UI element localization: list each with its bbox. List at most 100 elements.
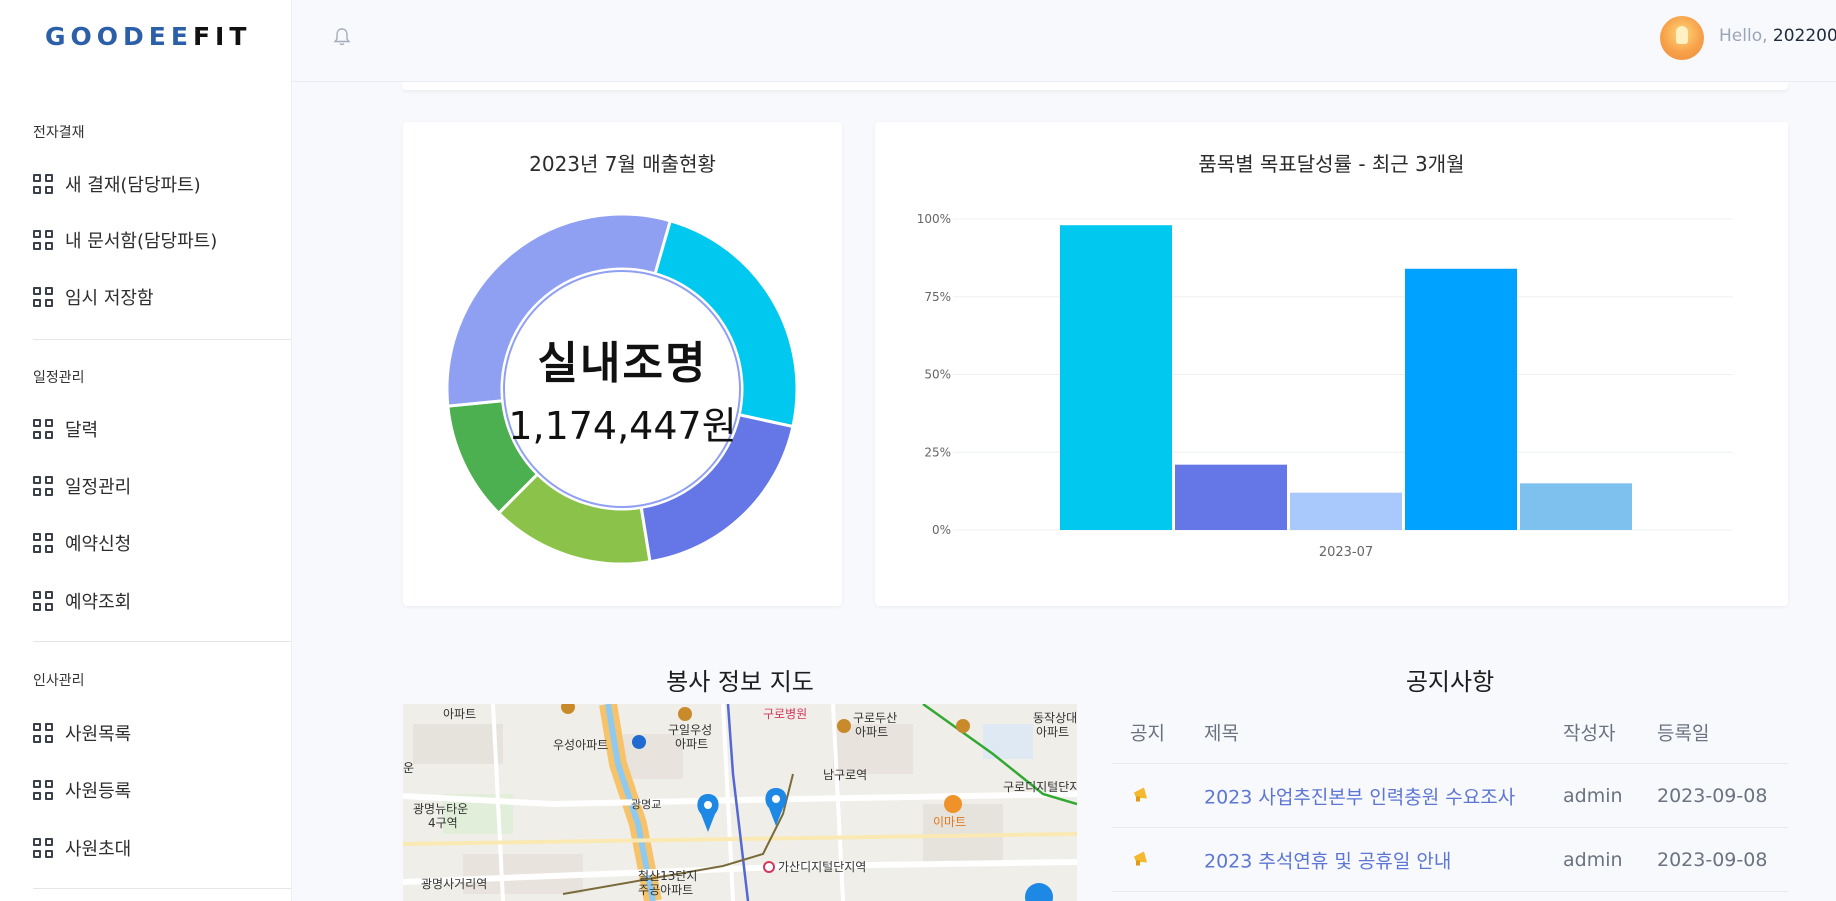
x-tick-label: 2023-07 bbox=[1319, 545, 1373, 560]
sidebar-item-label: 새 결재(담당파트) bbox=[65, 175, 201, 196]
map-label: 동작상대 bbox=[1033, 711, 1077, 725]
map-label: 남구로역 bbox=[823, 768, 867, 782]
grid-icon bbox=[33, 287, 53, 307]
map-label: 이마트 bbox=[933, 815, 966, 829]
sidebar-item-employee-register[interactable]: 사원등록 bbox=[33, 777, 131, 803]
column-header-notice: 공지 bbox=[1130, 722, 1165, 744]
sidebar-item-label: 사원목록 bbox=[65, 724, 132, 745]
donut-center-label: 실내조명 1,174,447원 bbox=[403, 327, 842, 450]
y-tick-label: 0% bbox=[932, 523, 951, 537]
map-label: 아파트 bbox=[1036, 725, 1069, 739]
notice-date: 2023-09-08 bbox=[1657, 848, 1768, 871]
map-label: 가산디지털단지역 bbox=[778, 860, 866, 874]
sidebar-item-label: 예약조회 bbox=[65, 592, 132, 613]
sidebar-item-my-docs[interactable]: 내 문서함(담당파트) bbox=[33, 227, 217, 253]
sidebar-item-label: 일정관리 bbox=[65, 477, 132, 498]
sidebar-item-label: 사원초대 bbox=[65, 839, 132, 860]
notice-author: admin bbox=[1563, 784, 1623, 807]
map-label: 아파트 bbox=[443, 707, 476, 721]
grid-icon bbox=[33, 476, 53, 496]
sidebar-item-calendar[interactable]: 달력 bbox=[33, 416, 98, 442]
grid-icon bbox=[33, 174, 53, 194]
user-id: 202200 bbox=[1772, 26, 1836, 46]
top-header: Hello, 202200 bbox=[292, 0, 1836, 82]
avatar[interactable] bbox=[1660, 16, 1704, 60]
notice-title-link[interactable]: 2023 추석연휴 및 공휴일 안내 bbox=[1204, 846, 1451, 873]
notice-date: 2023-09-08 bbox=[1657, 784, 1768, 807]
divider bbox=[33, 641, 291, 642]
sidebar: GOODEEFIT 전자결재 새 결재(담당파트) 내 문서함(담당파트) 임시… bbox=[0, 0, 292, 901]
y-tick-label: 50% bbox=[924, 368, 951, 382]
table-row[interactable]: 2023 추석연휴 및 공휴일 안내 admin 2023-09-08 bbox=[1112, 828, 1788, 892]
map-label: 광명교 bbox=[631, 798, 661, 811]
map-label: 광명사거리역 bbox=[421, 877, 487, 891]
section-title-schedule: 일정관리 bbox=[33, 370, 85, 386]
map-label: 운 bbox=[403, 761, 414, 775]
map-label: 구로병원 bbox=[763, 707, 807, 721]
donut-center-value: 1,174,447원 bbox=[508, 404, 737, 448]
logo-part-1: GOODEE bbox=[45, 22, 193, 51]
grid-icon bbox=[33, 838, 53, 858]
y-tick-label: 100% bbox=[917, 212, 951, 226]
sales-card: 2023년 7월 매출현황 실내조명 1,174,447원 bbox=[403, 122, 842, 606]
volunteer-map[interactable]: 아파트 우성아파트 구일우성 아파트 구로병원 구로두산 아파트 동작상대 아파… bbox=[403, 704, 1077, 901]
column-header-date: 등록일 bbox=[1657, 722, 1710, 744]
sidebar-item-drafts[interactable]: 임시 저장함 bbox=[33, 284, 154, 310]
sidebar-item-label: 예약신청 bbox=[65, 534, 132, 555]
bar[interactable] bbox=[1405, 268, 1517, 530]
map-label: 구일우성 bbox=[668, 723, 712, 737]
user-greeting[interactable]: Hello, 202200 bbox=[1719, 26, 1836, 46]
map-title: 봉사 정보 지도 bbox=[666, 668, 814, 696]
sidebar-item-schedule[interactable]: 일정관리 bbox=[33, 473, 131, 499]
notice-header-row: 공지 제목 작성자 등록일 bbox=[1112, 700, 1788, 764]
y-tick-label: 25% bbox=[924, 445, 951, 459]
map-label: 구로두산 bbox=[853, 711, 897, 725]
megaphone-icon bbox=[1132, 784, 1152, 807]
grid-icon bbox=[33, 533, 53, 553]
bell-icon[interactable] bbox=[333, 27, 351, 47]
bar[interactable] bbox=[1520, 483, 1632, 530]
achievement-card: 품목별 목표달성률 - 최근 3개월 100% 75% 50% 25% 0% 2023-0… bbox=[875, 122, 1788, 606]
column-header-title: 제목 bbox=[1204, 722, 1239, 744]
sidebar-item-label: 사원등록 bbox=[65, 781, 132, 802]
map-label: 아파트 bbox=[855, 725, 888, 739]
notice-title: 공지사항 bbox=[1405, 668, 1495, 696]
grid-icon bbox=[33, 230, 53, 250]
grid-icon bbox=[33, 723, 53, 743]
sidebar-item-employee-invite[interactable]: 사원초대 bbox=[33, 835, 131, 861]
map-label: 철산13단지 bbox=[638, 869, 697, 883]
bar[interactable] bbox=[1060, 225, 1172, 530]
notice-author: admin bbox=[1563, 848, 1623, 871]
map-label: 구로디지털단지 bbox=[1003, 780, 1077, 794]
donut-center-name: 실내조명 bbox=[537, 338, 708, 389]
notice-table: 공지 제목 작성자 등록일 2023 사업추진본부 인력충원 수요조사 admi… bbox=[1112, 700, 1788, 892]
megaphone-icon bbox=[1132, 848, 1152, 871]
table-row[interactable]: 2023 사업추진본부 인력충원 수요조사 admin 2023-09-08 bbox=[1112, 764, 1788, 828]
map-label: 4구역 bbox=[428, 816, 458, 830]
sidebar-item-label: 임시 저장함 bbox=[65, 288, 154, 309]
divider bbox=[33, 888, 291, 889]
divider bbox=[33, 339, 291, 340]
section-title-approval: 전자결재 bbox=[33, 125, 85, 141]
grid-icon bbox=[33, 780, 53, 800]
sidebar-item-reservation[interactable]: 예약신청 bbox=[33, 530, 131, 556]
map-label: 광명뉴타운 bbox=[413, 802, 468, 816]
bar[interactable] bbox=[1290, 492, 1402, 530]
map-label: 아파트 bbox=[675, 737, 708, 751]
sidebar-item-employee-list[interactable]: 사원목록 bbox=[33, 720, 131, 746]
logo-part-2: FIT bbox=[192, 22, 252, 51]
top-card-edge bbox=[402, 82, 1788, 90]
map-label: 우성아파트 bbox=[553, 738, 608, 752]
bar-chart: 100% 75% 50% 25% 0% 2023-07 bbox=[917, 212, 1733, 560]
bar[interactable] bbox=[1175, 464, 1287, 530]
grid-icon bbox=[33, 419, 53, 439]
map-label: 주공아파트 bbox=[638, 883, 693, 897]
grid-icon bbox=[33, 591, 53, 611]
greeting-text: Hello, bbox=[1719, 26, 1768, 46]
section-title-hr: 인사관리 bbox=[33, 673, 85, 689]
sidebar-item-new-approval[interactable]: 새 결재(담당파트) bbox=[33, 171, 201, 197]
sidebar-item-reservation-list[interactable]: 예약조회 bbox=[33, 588, 131, 614]
column-header-author: 작성자 bbox=[1563, 722, 1616, 744]
notice-title-link[interactable]: 2023 사업추진본부 인력충원 수요조사 bbox=[1204, 782, 1515, 809]
logo[interactable]: GOODEEFIT bbox=[45, 22, 251, 51]
